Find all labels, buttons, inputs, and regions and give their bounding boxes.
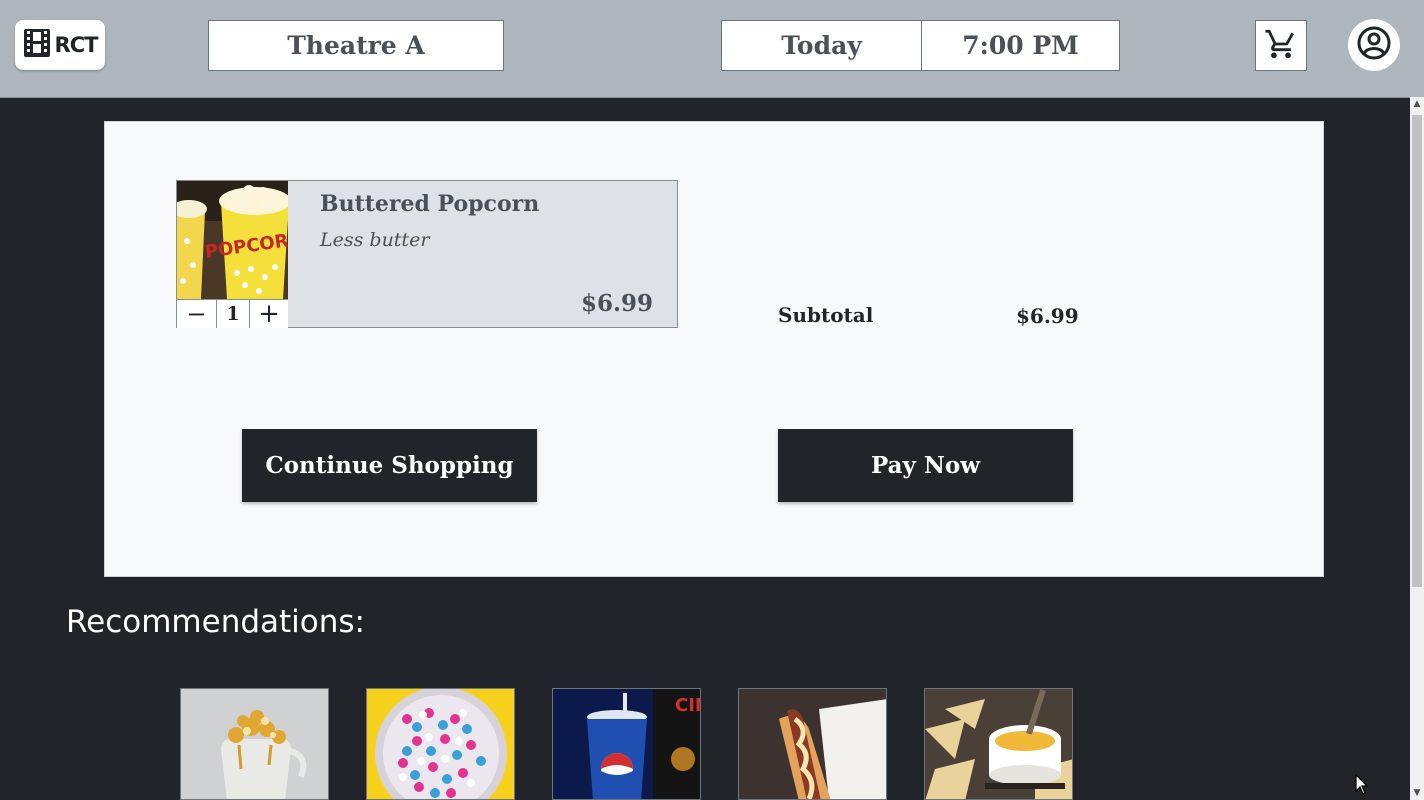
item-note: Less butter (320, 229, 430, 251)
subtotal-value: $6.99 (1016, 304, 1079, 328)
caramel-popcorn-image[interactable] (180, 688, 329, 800)
popcorn-image: POPCORN (177, 181, 288, 299)
page-scrollbar[interactable]: ▲ ▼ (1410, 97, 1424, 800)
candy-bowl-image[interactable] (366, 688, 515, 800)
account-button[interactable] (1348, 19, 1400, 71)
user-circle-icon (1356, 25, 1392, 65)
theatre-selector[interactable]: Theatre A (208, 20, 504, 71)
cart-icon (1264, 27, 1298, 65)
quantity-stepper: − 1 + (177, 299, 288, 329)
quantity-value: 1 (217, 300, 250, 328)
soda-cup-image[interactable]: CIN (552, 688, 701, 800)
item-price: $6.99 (580, 290, 653, 317)
increase-quantity-button[interactable]: + (250, 299, 288, 329)
scrollbar-thumb[interactable] (1412, 115, 1422, 587)
decrease-quantity-button[interactable]: − (177, 300, 217, 328)
film-strip-icon (23, 28, 51, 62)
mouse-cursor-icon (1355, 773, 1369, 800)
recommendations-heading: Recommendations: (66, 604, 365, 640)
svg-text:CIN: CIN (675, 695, 701, 716)
cart-summary-card: POPCORN − 1 + Buttered Popcorn Less butt… (104, 121, 1324, 577)
time-selector[interactable]: 7:00 PM (921, 20, 1120, 71)
cart-button[interactable] (1255, 20, 1307, 71)
nachos-cheese-image[interactable] (924, 688, 1073, 800)
logo-text: RCT (54, 33, 99, 57)
scroll-up-arrow-icon[interactable]: ▲ (1410, 97, 1424, 111)
item-name: Buttered Popcorn (320, 191, 540, 217)
date-selector[interactable]: Today (721, 20, 922, 71)
scroll-down-arrow-icon[interactable]: ▼ (1410, 786, 1424, 800)
hot-dog-image[interactable] (738, 688, 887, 800)
home-logo[interactable]: RCT (15, 20, 105, 70)
cart-item: POPCORN − 1 + Buttered Popcorn Less butt… (176, 180, 678, 329)
continue-shopping-button[interactable]: Continue Shopping (242, 429, 537, 502)
top-navbar: RCT Theatre A Today 7:00 PM (0, 0, 1424, 98)
subtotal-label: Subtotal (778, 303, 874, 327)
pay-now-button[interactable]: Pay Now (778, 429, 1073, 502)
